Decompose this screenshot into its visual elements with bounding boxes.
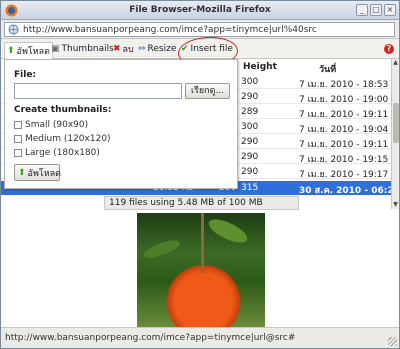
delete-label: ลบ [122, 45, 134, 55]
image-preview [137, 213, 265, 327]
upload-icon: ⬆ [7, 46, 15, 56]
option-label: Small (90x90) [25, 120, 89, 130]
resize-label: Resize [147, 44, 177, 54]
minimize-button[interactable]: _ [356, 4, 368, 16]
resize-button[interactable]: ⇔ Resize [138, 42, 176, 56]
cell-date: 7 เม.ย. 2010 - 19:15 [299, 155, 389, 165]
cell-date: 7 เม.ย. 2010 - 19:11 [299, 140, 389, 150]
preview-leaf [205, 214, 251, 248]
thumbnail-option-large[interactable]: Large (180x180) [14, 148, 100, 158]
cell-date: 7 เม.ย. 2010 - 19:17 [299, 170, 389, 180]
upload-submit-button[interactable]: ⬆ อัพโหลด [14, 164, 62, 181]
preview-stem [201, 213, 204, 273]
address-bar: http://www.bansuanporpeang.com/imce?app=… [1, 20, 399, 39]
cell-date: 7 เม.ย. 2010 - 19:04 [299, 125, 389, 135]
status-bar: http://www.bansuanporpeang.com/imce?app=… [1, 327, 399, 348]
upload-panel: File: เรียกดู... Create thumbnails: Smal… [4, 59, 238, 189]
cell-height: 290 [241, 92, 259, 102]
option-label: Large (180x180) [25, 148, 100, 158]
scroll-down-icon[interactable]: ▼ [392, 201, 399, 209]
url-text: http://www.bansuanporpeang.com/imce?app=… [23, 25, 317, 35]
cell-height: 315 [241, 183, 259, 193]
cell-date: 7 เม.ย. 2010 - 19:00 [299, 95, 389, 105]
cell-height: 290 [241, 167, 259, 177]
delete-button[interactable]: ✖ ลบ [113, 42, 134, 56]
file-path-input[interactable] [14, 83, 182, 99]
file-label: File: [14, 70, 37, 80]
url-field[interactable]: http://www.bansuanporpeang.com/imce?app=… [4, 22, 395, 37]
upload-tab-label: อัพโหลด [16, 47, 51, 57]
upload-tab[interactable]: ⬆ อัพโหลด [4, 42, 54, 59]
thumbnail-option-medium[interactable]: Medium (120x120) [14, 134, 111, 144]
browser-window: File Browser-Mozilla Firefox _ □ × http:… [0, 0, 400, 349]
scroll-up-icon[interactable]: ▲ [392, 59, 399, 67]
column-date[interactable]: วันที่ [319, 62, 336, 76]
globe-icon [8, 24, 19, 35]
resize-grip-icon[interactable] [388, 337, 397, 346]
column-height[interactable]: Height [243, 62, 277, 72]
cell-height: 289 [241, 107, 259, 117]
thumbnail-option-small[interactable]: Small (90x90) [14, 120, 88, 130]
thumbnails-button[interactable]: ▣ Thumbnails [51, 42, 114, 56]
thumbnails-icon: ▣ [51, 44, 60, 54]
title-bar: File Browser-Mozilla Firefox _ □ × [1, 1, 399, 20]
status-text: http://www.bansuanporpeang.com/imce?app=… [5, 333, 296, 343]
cell-height: 290 [241, 137, 259, 147]
upload-submit-label: อัพโหลด [27, 168, 62, 179]
upload-icon: ⬆ [18, 167, 26, 178]
thumbnails-label: Thumbnails [61, 44, 114, 54]
cell-height: 300 [241, 122, 259, 132]
checkbox[interactable] [14, 149, 22, 157]
preview-leaf [142, 236, 182, 262]
checkbox[interactable] [14, 135, 22, 143]
window-title: File Browser-Mozilla Firefox [129, 5, 271, 15]
scroll-thumb[interactable] [393, 103, 399, 143]
resize-icon: ⇔ [138, 44, 146, 54]
cell-date: 30 ส.ค. 2010 - 06:27 [299, 186, 400, 196]
cell-date: 7 เม.ย. 2010 - 19:11 [299, 110, 389, 120]
cell-height: 300 [241, 77, 259, 87]
browse-button[interactable]: เรียกดู... [185, 83, 230, 99]
cell-height: 290 [241, 152, 259, 162]
file-list-scrollbar[interactable]: ▲ ▼ [391, 59, 399, 209]
close-button[interactable]: × [384, 4, 396, 16]
create-thumbnails-label: Create thumbnails: [14, 105, 112, 115]
maximize-button[interactable]: □ [370, 4, 382, 16]
help-icon[interactable]: ? [384, 44, 394, 54]
option-label: Medium (120x120) [25, 134, 111, 144]
checkbox[interactable] [14, 121, 22, 129]
file-summary: 119 files using 5.48 MB of 100 MB [104, 196, 299, 210]
delete-icon: ✖ [113, 44, 121, 54]
cell-date: 7 เม.ย. 2010 - 18:53 [299, 80, 389, 90]
